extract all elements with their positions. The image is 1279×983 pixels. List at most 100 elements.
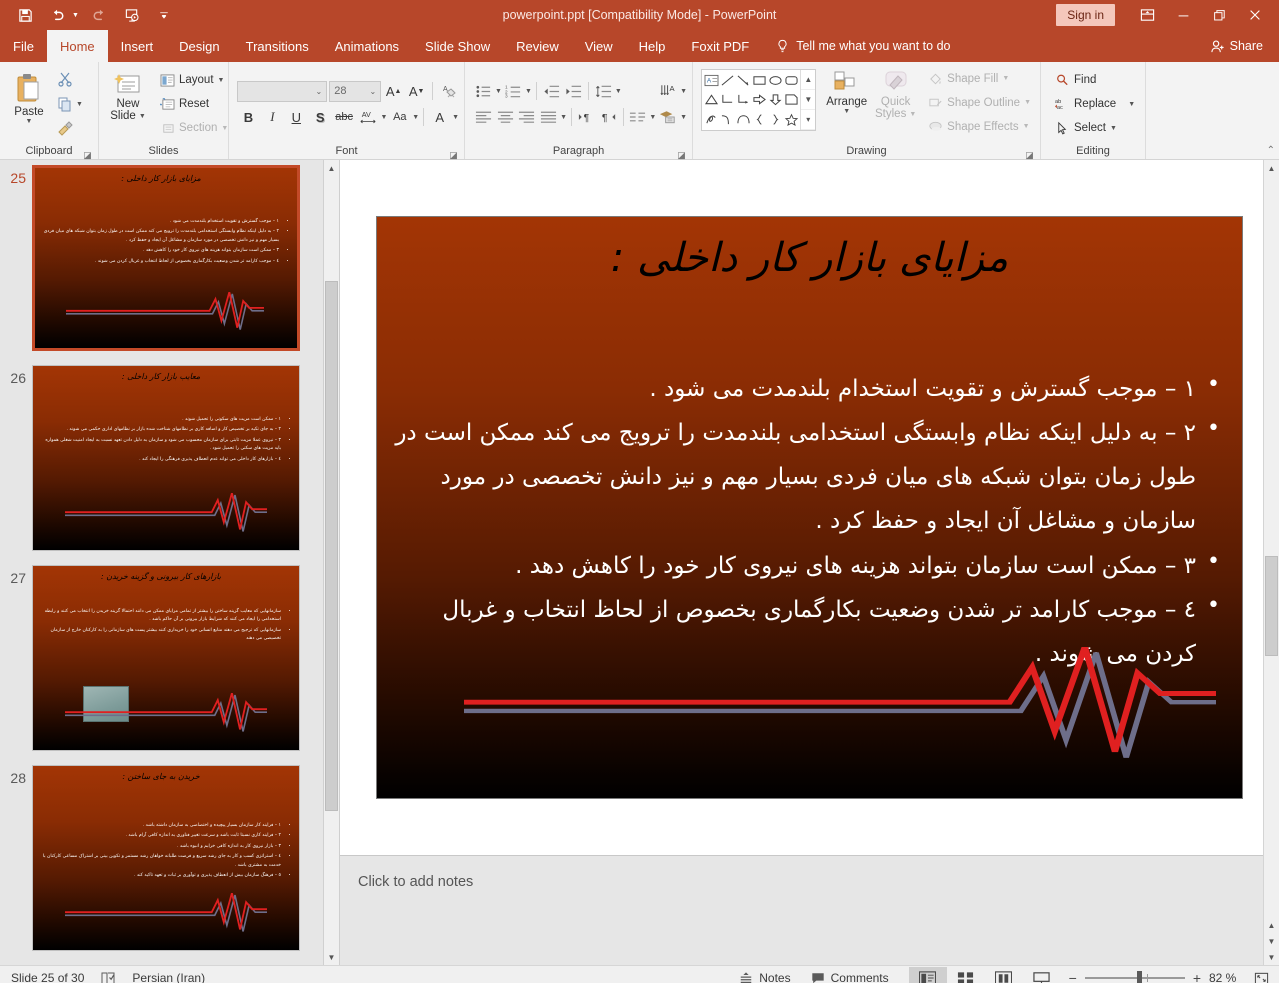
font-name-dropdown-icon[interactable]: ⌄ [316, 87, 323, 96]
notes-placeholder[interactable]: Click to add notes [340, 856, 1279, 890]
numbering-dropdown-icon[interactable]: ▼ [525, 88, 532, 95]
slide-show-button[interactable] [1023, 967, 1061, 983]
tell-me-box[interactable]: Tell me what you want to do [776, 30, 950, 62]
cut-icon[interactable] [53, 68, 76, 91]
shape-star-icon[interactable] [783, 110, 799, 129]
slide-thumb-frame-26[interactable]: معایب بازار کار داخلی : ١ – ممکن است مزی… [32, 365, 300, 551]
ribbon-display-options-icon[interactable] [1129, 0, 1165, 30]
slide-thumb-frame-25[interactable]: مزایای بازار کار داخلی : ١ – موجب گسترش … [32, 165, 300, 351]
tab-review[interactable]: Review [503, 30, 572, 62]
slide-title[interactable]: مزایای بازار کار داخلی : [407, 235, 1212, 281]
rtl-text-direction-icon[interactable]: ¶ [598, 106, 619, 128]
slide-thumb-frame-27[interactable]: بازارهای کار بیرونی و گزینه خریدن : سازم… [32, 565, 300, 751]
tab-slide-show[interactable]: Slide Show [412, 30, 503, 62]
sign-in-button[interactable]: Sign in [1056, 4, 1115, 26]
paragraph-dialog-launcher[interactable]: ◪ [676, 147, 687, 160]
shape-rectangle-icon[interactable] [751, 71, 767, 90]
drawing-dialog-launcher[interactable]: ◪ [1024, 147, 1035, 160]
select-dropdown-icon[interactable]: ▼ [1110, 125, 1117, 132]
zoom-control[interactable]: − + [1061, 970, 1209, 983]
slide-scroll-track[interactable] [1264, 176, 1279, 917]
layout-dropdown-icon[interactable]: ▼ [218, 77, 225, 84]
text-direction-dropdown-icon[interactable]: ▼ [680, 88, 687, 95]
shape-gallery-scrollbar[interactable]: ▲ ▼ ▾ [800, 70, 816, 130]
paste-button[interactable]: Paste ▼ [5, 67, 53, 141]
font-color-dropdown-icon[interactable]: ▼ [452, 114, 459, 121]
current-slide[interactable]: مزایای بازار کار داخلی : ١ – موجب گسترش … [376, 216, 1243, 799]
shape-arrow-icon[interactable] [735, 71, 751, 90]
tab-design[interactable]: Design [166, 30, 232, 62]
customize-quick-access-toolbar-icon[interactable] [153, 4, 175, 26]
shape-gallery-scroll-up-icon[interactable]: ▲ [801, 70, 816, 90]
shape-line-icon[interactable] [719, 71, 735, 90]
numbering-icon[interactable]: 123 [503, 80, 524, 102]
shape-right-brace-icon[interactable] [767, 110, 783, 129]
font-size-dropdown-icon[interactable]: ⌄ [369, 87, 376, 96]
tab-view[interactable]: View [572, 30, 626, 62]
shape-gallery[interactable]: A ▲ ▼ ▾ [701, 69, 817, 131]
zoom-level-label[interactable]: 82 % [1209, 971, 1245, 983]
layout-button[interactable]: Layout ▼ [156, 69, 232, 92]
shape-elbow-connector-icon[interactable] [719, 90, 735, 109]
notes-button[interactable]: Notes [729, 971, 800, 983]
underline-icon[interactable]: U [285, 106, 308, 129]
bold-icon[interactable]: B [237, 106, 260, 129]
text-direction-icon[interactable]: A [658, 80, 679, 102]
share-button[interactable]: Share [1210, 30, 1279, 62]
slide-canvas[interactable]: مزایای بازار کار داخلی : ١ – موجب گسترش … [340, 160, 1279, 855]
line-spacing-icon[interactable] [593, 80, 614, 102]
slide-thumbnail-28[interactable]: 28 خریدن به جای ساختن : ١ – فرایند کار س… [0, 765, 339, 965]
shape-text-box-icon[interactable]: A [703, 71, 719, 90]
text-shadow-icon[interactable]: S [309, 106, 332, 129]
tab-foxit-pdf[interactable]: Foxit PDF [678, 30, 762, 62]
change-case-icon[interactable]: Aa [388, 106, 411, 129]
align-center-icon[interactable] [495, 106, 516, 128]
previous-slide-icon[interactable]: ▲ [1264, 917, 1279, 933]
justify-dropdown-icon[interactable]: ▼ [560, 114, 567, 121]
slide-scroll-thumb[interactable] [1265, 556, 1278, 656]
comments-button[interactable]: Comments [801, 971, 899, 983]
arrange-dropdown-icon[interactable]: ▼ [843, 108, 850, 115]
shape-folded-corner-icon[interactable] [783, 90, 799, 109]
character-spacing-icon[interactable]: AV [357, 106, 380, 129]
shape-right-arrow-icon[interactable] [751, 90, 767, 109]
zoom-out-button[interactable]: − [1069, 970, 1077, 983]
reading-view-button[interactable] [985, 967, 1023, 983]
slide-thumbnail-25[interactable]: 25 مزایای بازار کار داخلی : ١ – موجب گست… [0, 165, 339, 365]
character-spacing-dropdown-icon[interactable]: ▼ [380, 114, 387, 121]
close-icon[interactable] [1237, 0, 1273, 30]
tab-home[interactable]: Home [46, 30, 108, 62]
justify-icon[interactable] [538, 106, 559, 128]
strikethrough-icon[interactable]: abc [333, 106, 356, 129]
slide-area-scrollbar[interactable]: ▲ ▲ ▼ ▼ [1263, 160, 1279, 965]
increase-indent-icon[interactable] [563, 80, 584, 102]
zoom-slider[interactable] [1084, 971, 1185, 983]
scroll-down-icon[interactable]: ▼ [1264, 949, 1279, 965]
slide-thumbnail-27[interactable]: 27 بازارهای کار بیرونی و گزینه خریدن : س… [0, 565, 339, 765]
slide-counter[interactable]: Slide 25 of 30 [11, 971, 84, 983]
new-slide-dropdown-icon[interactable]: ▼ [139, 113, 146, 120]
font-color-icon[interactable]: A [428, 106, 451, 129]
normal-view-button[interactable] [908, 966, 947, 983]
thumbnail-scroll-up-icon[interactable]: ▲ [324, 160, 339, 176]
thumbnail-scroll-down-icon[interactable]: ▼ [324, 949, 339, 965]
replace-button[interactable]: ab ac Replace ▼ [1051, 93, 1140, 116]
shape-triangle-icon[interactable] [703, 90, 719, 109]
change-case-dropdown-icon[interactable]: ▼ [412, 114, 419, 121]
shape-scribble-icon[interactable] [703, 110, 719, 129]
italic-icon[interactable]: I [261, 106, 284, 129]
shape-oval-icon[interactable] [767, 71, 783, 90]
convert-to-smartart-icon[interactable] [658, 106, 679, 128]
align-left-icon[interactable] [473, 106, 494, 128]
shape-left-brace-icon[interactable] [751, 110, 767, 129]
font-size-input[interactable]: 28 ⌄ [329, 80, 382, 102]
tab-help[interactable]: Help [626, 30, 679, 62]
shape-rounded-rectangle-icon[interactable] [783, 71, 799, 90]
bullets-dropdown-icon[interactable]: ▼ [495, 88, 502, 95]
columns-icon[interactable] [628, 106, 649, 128]
slide-thumb-frame-28[interactable]: خریدن به جای ساختن : ١ – فرایند کار سازم… [32, 765, 300, 951]
columns-dropdown-icon[interactable]: ▼ [649, 114, 656, 121]
reset-button[interactable]: Reset [156, 93, 232, 116]
slide-thumbnail-26[interactable]: 26 معایب بازار کار داخلی : ١ – ممکن است … [0, 365, 339, 565]
select-button[interactable]: Select ▼ [1051, 117, 1140, 140]
